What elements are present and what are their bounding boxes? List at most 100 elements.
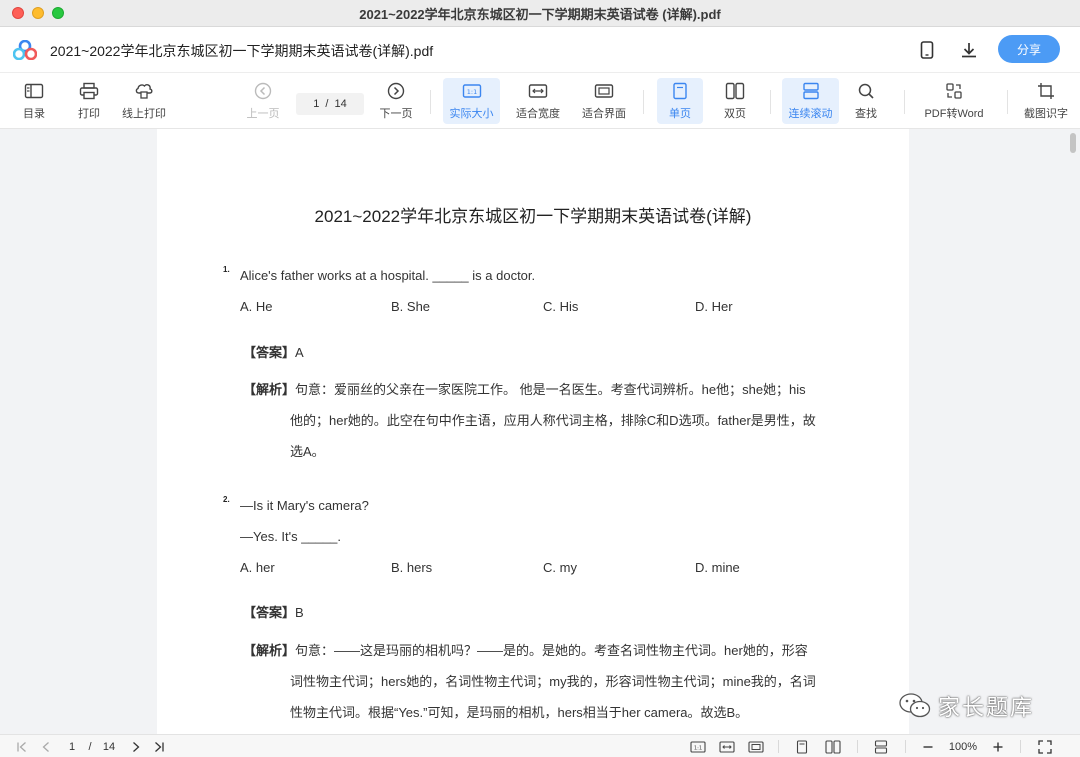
explanation-text: 句意：爱丽丝的父亲在一家医院工作。 他是一名医生。考查代词辨析。he他；she她…: [295, 382, 806, 397]
watermark-text: 家长题库: [938, 696, 1035, 721]
status-current-page[interactable]: 1: [64, 738, 80, 755]
screenshot-ocr-button[interactable]: 截图识字: [1019, 78, 1073, 124]
pdf-page: 2021~2022学年北京东城区初一下学期期末英语试卷(详解) 1. Alice…: [157, 129, 909, 734]
option-b: B. hers: [391, 560, 433, 575]
zoom-level[interactable]: 100%: [944, 738, 982, 755]
scrollbar-thumb[interactable]: [1070, 133, 1076, 153]
pdf-page-title: 2021~2022学年北京东城区初一下学期期末英语试卷(详解): [314, 207, 752, 226]
next-page-label: 下一页: [379, 108, 413, 120]
plus-icon: [993, 742, 1003, 751]
printer-icon: [79, 82, 99, 100]
first-page-button[interactable]: [14, 738, 30, 755]
status-double-page-button[interactable]: [823, 738, 843, 755]
explanation-text: 句意：——这是玛丽的相机吗？——是的。是她的。考查名词性物主代词。her她的，形…: [295, 643, 808, 658]
explanation-tag: 【解析】: [243, 643, 296, 658]
print-button[interactable]: 打印: [70, 78, 108, 124]
fit-width-icon: [719, 740, 735, 753]
cloud-print-icon: [135, 84, 153, 99]
vertical-scrollbar[interactable]: [1066, 129, 1080, 734]
pdf-to-word-label: PDF转Word: [924, 108, 984, 120]
actual-size-icon: 1:1: [462, 84, 481, 98]
close-window-button[interactable]: [12, 7, 24, 19]
toc-label: 目录: [23, 108, 45, 120]
fullscreen-button[interactable]: [1035, 738, 1055, 755]
window-title: 2021~2022学年北京东城区初一下学期期末英语试卷 (详解).pdf: [359, 6, 721, 22]
fullscreen-icon: [1038, 739, 1052, 754]
question-number: 1.: [223, 265, 230, 274]
fit-width-button[interactable]: 适合宽度: [511, 78, 565, 124]
download-button[interactable]: [956, 37, 982, 63]
status-total-pages: 14: [102, 740, 116, 753]
convert-icon: [946, 83, 962, 99]
question-text: —Is it Mary's camera?: [240, 498, 369, 513]
total-pages: 14: [334, 98, 347, 110]
status-divider: [778, 740, 779, 753]
toc-button[interactable]: 目录: [14, 78, 54, 124]
svg-text:1:1: 1:1: [694, 745, 702, 751]
status-bar: 1 / 14 1:1 100%: [0, 734, 1080, 757]
status-actual-size-button[interactable]: 1:1: [688, 738, 708, 755]
last-page-icon: [155, 741, 164, 752]
search-icon: [858, 83, 874, 99]
single-page-icon: [673, 82, 687, 100]
fit-page-icon: [748, 740, 764, 753]
next-page-button[interactable]: 下一页: [376, 78, 416, 124]
status-continuous-scroll-button[interactable]: [871, 738, 891, 755]
phone-icon: [920, 41, 934, 59]
minimize-window-button[interactable]: [32, 7, 44, 19]
current-page: 1: [313, 98, 320, 110]
actual-size-button[interactable]: 1:1 实际大小: [443, 78, 500, 124]
document-viewer[interactable]: 2021~2022学年北京东城区初一下学期期末英语试卷(详解) 1. Alice…: [0, 129, 1080, 734]
question-text: —Yes. It's _____.: [240, 529, 342, 544]
toolbar-divider: [770, 90, 771, 114]
fit-page-label: 适合界面: [582, 108, 626, 120]
next-page-status-button[interactable]: [128, 738, 144, 755]
answer-tag: 【答案】: [243, 605, 296, 620]
prev-page-button[interactable]: 上一页: [243, 78, 283, 124]
prev-page-label: 上一页: [246, 108, 280, 120]
explanation-tag: 【解析】: [243, 382, 296, 397]
explanation-line: 【解析】句意：爱丽丝的父亲在一家医院工作。 他是一名医生。考查代词辨析。he他；…: [243, 379, 806, 398]
continuous-scroll-button[interactable]: 连续滚动: [782, 78, 839, 124]
screenshot-ocr-label: 截图识字: [1024, 108, 1068, 120]
actual-size-label: 实际大小: [449, 108, 494, 120]
share-button[interactable]: 分享: [998, 35, 1060, 63]
zoom-in-button[interactable]: [988, 738, 1008, 755]
single-page-button[interactable]: 单页: [657, 78, 703, 124]
option-c: C. His: [543, 299, 579, 314]
page-separator: /: [325, 98, 329, 110]
explanation-line: 【解析】句意：——这是玛丽的相机吗？——是的。是她的。考查名词性物主代词。her…: [243, 640, 808, 659]
status-fit-page-button[interactable]: [746, 738, 766, 755]
fit-page-icon: [594, 84, 614, 98]
page-number-input[interactable]: 1 / 14: [296, 93, 364, 115]
zoom-out-button[interactable]: [918, 738, 938, 755]
double-page-icon: [725, 82, 745, 100]
option-d: D. mine: [695, 560, 740, 575]
pdf-to-word-button[interactable]: PDF转Word: [920, 78, 988, 124]
fit-page-button[interactable]: 适合界面: [576, 78, 632, 124]
prev-page-status-button[interactable]: [38, 738, 54, 755]
online-print-button[interactable]: 线上打印: [116, 78, 172, 124]
first-page-icon: [17, 741, 26, 752]
fit-width-icon: [528, 84, 548, 98]
question-text: Alice's father works at a hospital. ____…: [240, 268, 536, 283]
window-titlebar: 2021~2022学年北京东城区初一下学期期末英语试卷 (详解).pdf: [0, 0, 1080, 27]
option-d: D. Her: [695, 299, 733, 314]
status-divider: [857, 740, 858, 753]
window-controls: [12, 7, 64, 19]
question-number: 2.: [223, 495, 230, 504]
maximize-window-button[interactable]: [52, 7, 64, 19]
continuous-scroll-label: 连续滚动: [788, 108, 833, 120]
status-fit-width-button[interactable]: [717, 738, 737, 755]
double-page-button[interactable]: 双页: [713, 78, 757, 124]
crop-icon: [1038, 83, 1054, 99]
toc-icon: [24, 83, 44, 99]
find-button[interactable]: 查找: [848, 78, 884, 124]
mobile-view-button[interactable]: [914, 37, 940, 63]
watermark: 家长题库: [898, 690, 1034, 722]
last-page-button[interactable]: [151, 738, 167, 755]
status-single-page-button[interactable]: [793, 738, 811, 755]
prev-circle-icon: [254, 82, 272, 100]
explanation-text: 选A。: [290, 444, 325, 459]
download-icon: [962, 43, 976, 58]
